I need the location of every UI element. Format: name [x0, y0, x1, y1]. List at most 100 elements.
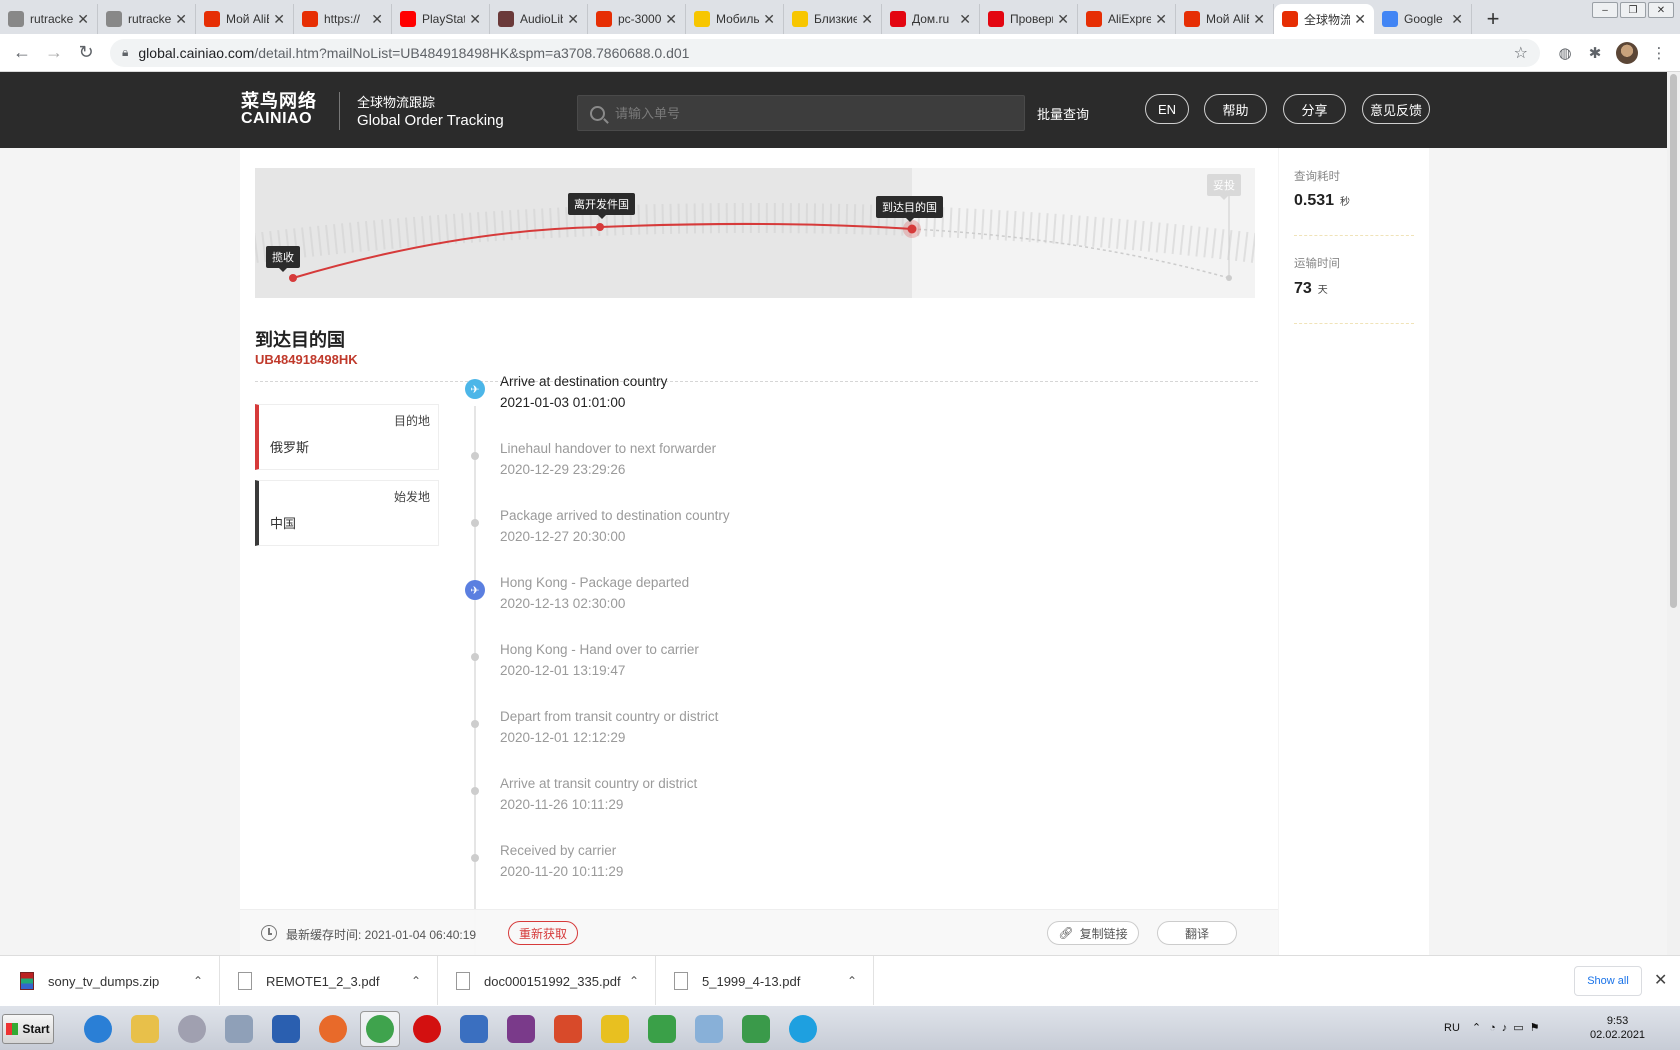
tab-close-icon[interactable]: ✕	[1354, 11, 1366, 28]
tab-close-icon[interactable]: ✕	[959, 11, 971, 28]
translate-extension-icon[interactable]: ◍	[1550, 38, 1580, 68]
tab-close-icon[interactable]: ✕	[371, 11, 383, 28]
feedback-button[interactable]: 意见反馈	[1362, 94, 1430, 124]
tab-close-icon[interactable]: ✕	[861, 11, 873, 28]
browser-tab[interactable]: Близкие ✕	[784, 4, 882, 34]
forward-button[interactable]: →	[38, 37, 70, 69]
query-time-unit: 秒	[1340, 197, 1351, 208]
show-all-downloads-button[interactable]: Show all	[1574, 966, 1642, 996]
language-button[interactable]: EN	[1145, 94, 1189, 124]
tracking-search-input[interactable]	[615, 105, 995, 121]
tab-close-icon[interactable]: ✕	[469, 11, 481, 28]
browser-tab[interactable]: AudioLib ✕	[490, 4, 588, 34]
browser-tab[interactable]: Мой AliExpress ✕	[1176, 4, 1274, 34]
share-button[interactable]: 分享	[1283, 94, 1346, 124]
tab-favicon-icon	[596, 11, 612, 27]
tracking-detail-card: 揽收 离开发件国 到达目的国 妥投 到达目的国 UB484918498HK 目的…	[240, 148, 1278, 955]
internet-explorer-icon[interactable]	[78, 1011, 118, 1047]
maximize-button[interactable]: ❐	[1620, 2, 1646, 18]
profile-avatar[interactable]	[1616, 41, 1638, 64]
browser-tab[interactable]: Дом.ru ✕	[882, 4, 980, 34]
tab-close-icon[interactable]: ✕	[273, 11, 285, 28]
destination-value: 俄罗斯	[270, 440, 310, 455]
clock-time: 9:53	[1606, 1015, 1629, 1027]
browser-tab[interactable]: 全球物流 ✕	[1274, 4, 1374, 34]
reload-button[interactable]: ↻	[70, 37, 102, 69]
batch-query-link[interactable]: 批量查询	[1037, 104, 1089, 123]
tab-close-icon[interactable]: ✕	[567, 11, 579, 28]
system-clock[interactable]: 9:53 02.02.2021	[1590, 1014, 1645, 1042]
download-menu-chevron-icon[interactable]: ⌃	[629, 974, 639, 988]
browser-tab[interactable]: rutracker ✕	[98, 4, 196, 34]
map-label-arrive: 到达目的国	[876, 196, 943, 222]
minimize-button[interactable]: –	[1592, 2, 1618, 18]
browser-tab[interactable]: rutracker ✕	[0, 4, 98, 34]
download-item[interactable]: sony_tv_dumps.zip ⌃	[2, 956, 220, 1006]
tab-close-icon[interactable]: ✕	[175, 11, 187, 28]
opera-icon[interactable]	[407, 1011, 447, 1047]
event-title: Received by carrier	[500, 843, 617, 858]
url-field[interactable]: 🔒︎ global.cainiao.com /detail.htm?mailNo…	[110, 38, 1540, 67]
browser-tab[interactable]: Мобильный✕	[686, 4, 784, 34]
download-menu-chevron-icon[interactable]: ⌃	[847, 974, 857, 988]
floppy-app-icon[interactable]	[454, 1011, 494, 1047]
action-center-flag-icon[interactable]: ⚑	[1530, 1021, 1540, 1034]
utorrent-icon[interactable]	[642, 1011, 682, 1047]
download-menu-chevron-icon[interactable]: ⌃	[193, 974, 203, 988]
tab-close-icon[interactable]: ✕	[1451, 11, 1463, 28]
browser-tab[interactable]: pc-3000 ✕	[588, 4, 686, 34]
extensions-puzzle-icon[interactable]: ✱	[1580, 38, 1610, 68]
tray-expand-icon[interactable]: ⌃	[1472, 1021, 1481, 1034]
display-icon[interactable]: ▭	[1513, 1021, 1523, 1034]
tab-close-icon[interactable]: ✕	[1057, 11, 1069, 28]
browser-tab[interactable]: https:// ✕	[294, 4, 392, 34]
help-button[interactable]: 帮助	[1204, 94, 1267, 124]
download-menu-chevron-icon[interactable]: ⌃	[411, 974, 421, 988]
url-host: global.cainiao.com	[138, 44, 255, 61]
scrollbar-thumb[interactable]	[1670, 74, 1677, 608]
back-button[interactable]: ←	[6, 37, 38, 69]
bookmark-star-icon[interactable]: ☆	[1514, 43, 1528, 63]
language-indicator[interactable]: RU	[1444, 1022, 1460, 1034]
dvd-app-icon[interactable]	[172, 1011, 212, 1047]
tab-close-icon[interactable]: ✕	[1253, 11, 1265, 28]
puzzle-game-icon[interactable]	[548, 1011, 588, 1047]
network-app-icon[interactable]	[736, 1011, 776, 1047]
tab-close-icon[interactable]: ✕	[763, 11, 775, 28]
file-explorer-icon[interactable]	[125, 1011, 165, 1047]
download-item[interactable]: 5_1999_4-13.pdf ⌃	[656, 956, 874, 1006]
query-time-number: 0.531	[1294, 192, 1335, 209]
cainiao-logo[interactable]: 菜鸟网络 CAINIAO	[241, 92, 317, 128]
close-window-button[interactable]: ✕	[1648, 2, 1674, 18]
copy-link-button[interactable]: 🔗︎ 复制链接	[1047, 921, 1139, 945]
start-button[interactable]: Start	[2, 1014, 54, 1044]
browser-tab[interactable]: AliExpress✕	[1078, 4, 1176, 34]
refetch-button[interactable]: 重新获取	[508, 921, 579, 945]
tab-close-icon[interactable]: ✕	[1155, 11, 1167, 28]
save-app-icon[interactable]	[266, 1011, 306, 1047]
download-item[interactable]: REMOTE1_2_3.pdf ⌃	[220, 956, 438, 1006]
download-item[interactable]: doc000151992_335.pdf ⌃	[438, 956, 656, 1006]
tab-close-icon[interactable]: ✕	[665, 11, 677, 28]
cache-time-text: 最新缓存时间: 2021-01-04 06:40:19	[286, 928, 477, 942]
browser-tab[interactable]: Проверка ✕	[980, 4, 1078, 34]
close-downloads-bar-icon[interactable]: ✕	[1654, 970, 1667, 990]
tools-app-icon[interactable]	[219, 1011, 259, 1047]
batman-app-icon[interactable]	[595, 1011, 635, 1047]
new-tab-button[interactable]: +	[1478, 4, 1508, 34]
volume-icon[interactable]: ♪	[1502, 1022, 1508, 1034]
browser-menu-icon[interactable]: ⋮	[1644, 38, 1674, 68]
network-icon[interactable]: ◔	[1489, 1022, 1496, 1034]
browser-tab[interactable]: Мой AliExpress ✕	[196, 4, 294, 34]
tab-title: pc-3000	[618, 12, 662, 26]
notepad-app-icon[interactable]	[689, 1011, 729, 1047]
page-scrollbar[interactable]	[1667, 72, 1680, 955]
firefox-icon[interactable]	[313, 1011, 353, 1047]
browser-tab[interactable]: PlayStation✕	[392, 4, 490, 34]
skype-icon[interactable]	[783, 1011, 823, 1047]
browser-tab[interactable]: Google ✕	[1374, 4, 1472, 34]
translate-button[interactable]: 翻译	[1157, 921, 1237, 945]
winrar-icon[interactable]	[501, 1011, 541, 1047]
chrome-icon[interactable]	[360, 1011, 400, 1047]
tab-close-icon[interactable]: ✕	[77, 11, 89, 28]
